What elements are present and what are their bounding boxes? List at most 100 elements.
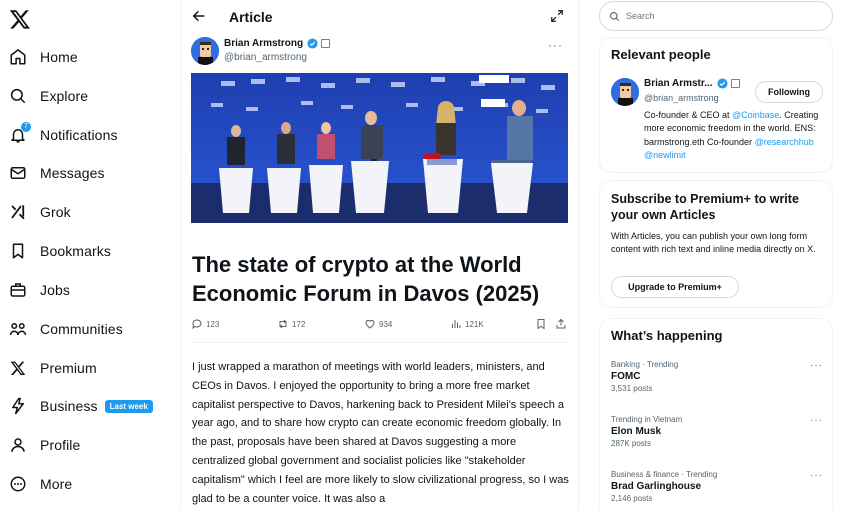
lightning-icon (8, 396, 28, 416)
nav-grok[interactable]: Grok (8, 195, 71, 229)
nav-messages[interactable]: Messages (8, 156, 105, 190)
article-body: I just wrapped a marathon of meetings wi… (192, 361, 569, 505)
avatar[interactable] (191, 37, 219, 65)
article-cover-image[interactable] (191, 73, 568, 223)
trend-topic: Elon Musk (611, 426, 662, 437)
relevant-people-card: Relevant people Brian Armstr... @brian_a… (599, 37, 833, 173)
nav-business[interactable]: Business Last week (8, 389, 153, 423)
relevant-person-bio: Co-founder & CEO at @Coinbase. Creating … (644, 109, 824, 162)
more-options-icon[interactable]: ··· (810, 415, 823, 426)
last-week-pill: Last week (104, 399, 153, 413)
article-column: Article Brian Armstrong @brian_armstrong… (180, 0, 579, 510)
nav-bookmarks[interactable]: Bookmarks (8, 234, 111, 268)
right-sidebar: Relevant people Brian Armstr... @brian_a… (599, 0, 839, 510)
nav-label-home: Home (40, 49, 78, 65)
trend-item[interactable]: Business & finance · Trending Brad Garli… (611, 470, 823, 503)
expand-icon[interactable] (550, 9, 564, 23)
share-button[interactable] (555, 318, 570, 330)
more-options-icon[interactable]: ··· (548, 38, 563, 52)
nav-explore[interactable]: Explore (8, 79, 88, 113)
post-actions: 123 172 934 121K (191, 318, 571, 334)
nav-label-bookmarks: Bookmarks (40, 243, 111, 259)
trend-meta: Business & finance · Trending (611, 470, 718, 479)
repost-icon (279, 319, 287, 329)
reply-button[interactable]: 123 (191, 318, 219, 330)
divider (191, 342, 569, 343)
coinbase-link[interactable]: @Coinbase (732, 110, 779, 120)
share-icon (556, 318, 566, 329)
article-header: Article (181, 0, 578, 34)
repost-count: 172 (292, 319, 306, 329)
nav-profile[interactable]: Profile (8, 428, 80, 462)
nav-label-premium: Premium (40, 360, 97, 376)
nav-communities[interactable]: Communities (8, 312, 123, 346)
relevant-person-name-row: Brian Armstr... (644, 78, 740, 89)
notification-badge: 7 (21, 122, 31, 132)
article-title: The state of crypto at the World Economi… (192, 252, 540, 306)
nav-label-business: Business (40, 398, 98, 414)
nav-label-communities: Communities (40, 321, 123, 337)
search-icon (8, 86, 28, 106)
trend-meta: Banking · Trending (611, 360, 679, 369)
verified-badge-icon (307, 38, 318, 49)
following-button[interactable]: Following (755, 81, 823, 103)
search-input[interactable] (626, 11, 816, 21)
nav-more[interactable]: More (8, 467, 72, 501)
author-name[interactable]: Brian Armstrong (224, 38, 303, 49)
author-handle[interactable]: @brian_armstrong (224, 52, 307, 63)
search-box[interactable] (599, 1, 833, 31)
person-icon (8, 435, 28, 455)
trend-item[interactable]: Banking · Trending FOMC 3,531 posts ··· (611, 360, 823, 393)
grok-icon (8, 202, 28, 222)
upgrade-premium-button[interactable]: Upgrade to Premium+ (611, 276, 739, 298)
trend-topic: FOMC (611, 371, 641, 382)
whats-happening-title: What’s happening (611, 328, 723, 343)
page-title: Article (229, 9, 273, 25)
affiliate-badge-icon (321, 39, 331, 48)
affiliate-badge-icon (730, 79, 740, 88)
nav-premium[interactable]: Premium (8, 351, 97, 385)
nav-notifications[interactable]: 7 Notifications (8, 118, 118, 152)
bio-text: Co-founder & CEO at (644, 110, 733, 120)
nav-jobs[interactable]: Jobs (8, 273, 70, 307)
newlimit-link[interactable]: @newlimit (644, 150, 686, 160)
briefcase-icon (8, 280, 28, 300)
left-navigation: Home Explore 7 Notifications Messages Gr… (0, 0, 180, 510)
nav-home[interactable]: Home (8, 40, 78, 74)
nav-label-profile: Profile (40, 437, 81, 453)
reply-count: 123 (206, 319, 220, 329)
trend-posts: 3,531 posts (611, 384, 653, 393)
heart-icon (365, 319, 375, 329)
bell-icon: 7 (8, 122, 31, 145)
relevant-people-title: Relevant people (611, 47, 711, 62)
more-options-icon[interactable]: ··· (810, 360, 823, 371)
relevant-person-name[interactable]: Brian Armstr... (644, 78, 713, 89)
views-count: 121K (465, 319, 484, 329)
trend-posts: 287K posts (611, 439, 652, 448)
relevant-person-handle[interactable]: @brian_armstrong (644, 93, 719, 103)
like-count: 934 (379, 319, 393, 329)
like-button[interactable]: 934 (364, 318, 392, 330)
nav-label-jobs: Jobs (40, 282, 70, 298)
nav-label-more: More (40, 476, 73, 492)
researchhub-link[interactable]: @researchhub (755, 137, 814, 147)
nav-label-notifications: Notifications (40, 127, 118, 143)
people-icon (8, 319, 28, 339)
nav-label-explore: Explore (40, 88, 89, 104)
more-circle-icon (8, 474, 28, 494)
author-name-row: Brian Armstrong (224, 38, 331, 49)
x-logo-icon (8, 358, 28, 378)
trend-item[interactable]: Trending in Vietnam Elon Musk 287K posts… (611, 415, 823, 448)
x-logo-icon[interactable] (9, 8, 31, 30)
nav-label-grok: Grok (40, 204, 71, 220)
views-button[interactable]: 121K (450, 318, 484, 330)
whats-happening-card: What’s happening Banking · Trending FOMC… (599, 318, 833, 510)
more-options-icon[interactable]: ··· (810, 470, 823, 481)
bookmark-icon (537, 319, 545, 330)
search-icon (610, 11, 620, 21)
repost-button[interactable]: 172 (277, 318, 305, 330)
bookmark-button[interactable] (535, 318, 550, 330)
avatar[interactable] (611, 78, 639, 106)
premium-card: Subscribe to Premium+ to write your own … (599, 180, 833, 308)
back-arrow-icon[interactable] (191, 8, 207, 24)
